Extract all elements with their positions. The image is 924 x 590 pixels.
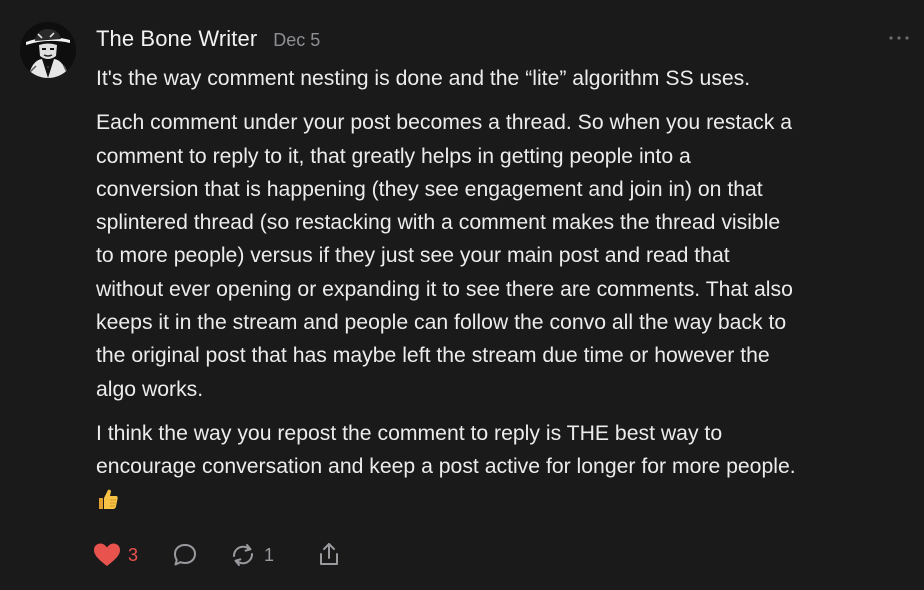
share-button[interactable]: [314, 541, 344, 569]
share-icon: [320, 543, 339, 565]
author-name[interactable]: The Bone Writer: [96, 26, 257, 52]
restack-icon: [233, 544, 254, 566]
comment-date[interactable]: Dec 5: [273, 30, 320, 51]
like-button[interactable]: 3: [92, 541, 138, 569]
avatar[interactable]: [20, 22, 76, 78]
comment-header: The Bone Writer Dec 5: [96, 26, 320, 54]
comment-bubble-icon: [174, 544, 197, 566]
reply-button[interactable]: [170, 541, 200, 569]
thumbs-up-icon: [99, 489, 118, 509]
heart-icon: [94, 543, 120, 566]
comment-body: It's the way comment nesting is done and…: [96, 62, 912, 517]
emoji-line: [96, 484, 912, 517]
comment-card: The Bone Writer Dec 5 It's the way comme…: [0, 0, 924, 590]
more-options-icon: [889, 36, 909, 40]
comment-paragraph: Each comment under your post becomes a t…: [96, 111, 793, 401]
action-bar: 3 1: [92, 538, 344, 572]
avatar-image: [20, 22, 76, 78]
comment-paragraph: It's the way comment nesting is done and…: [96, 67, 751, 90]
restack-count: 1: [264, 544, 275, 565]
like-count: 3: [128, 544, 139, 565]
restack-button[interactable]: 1: [228, 541, 274, 569]
comment-paragraph: I think the way you repost the comment t…: [96, 421, 796, 479]
more-options-button[interactable]: [886, 28, 912, 48]
